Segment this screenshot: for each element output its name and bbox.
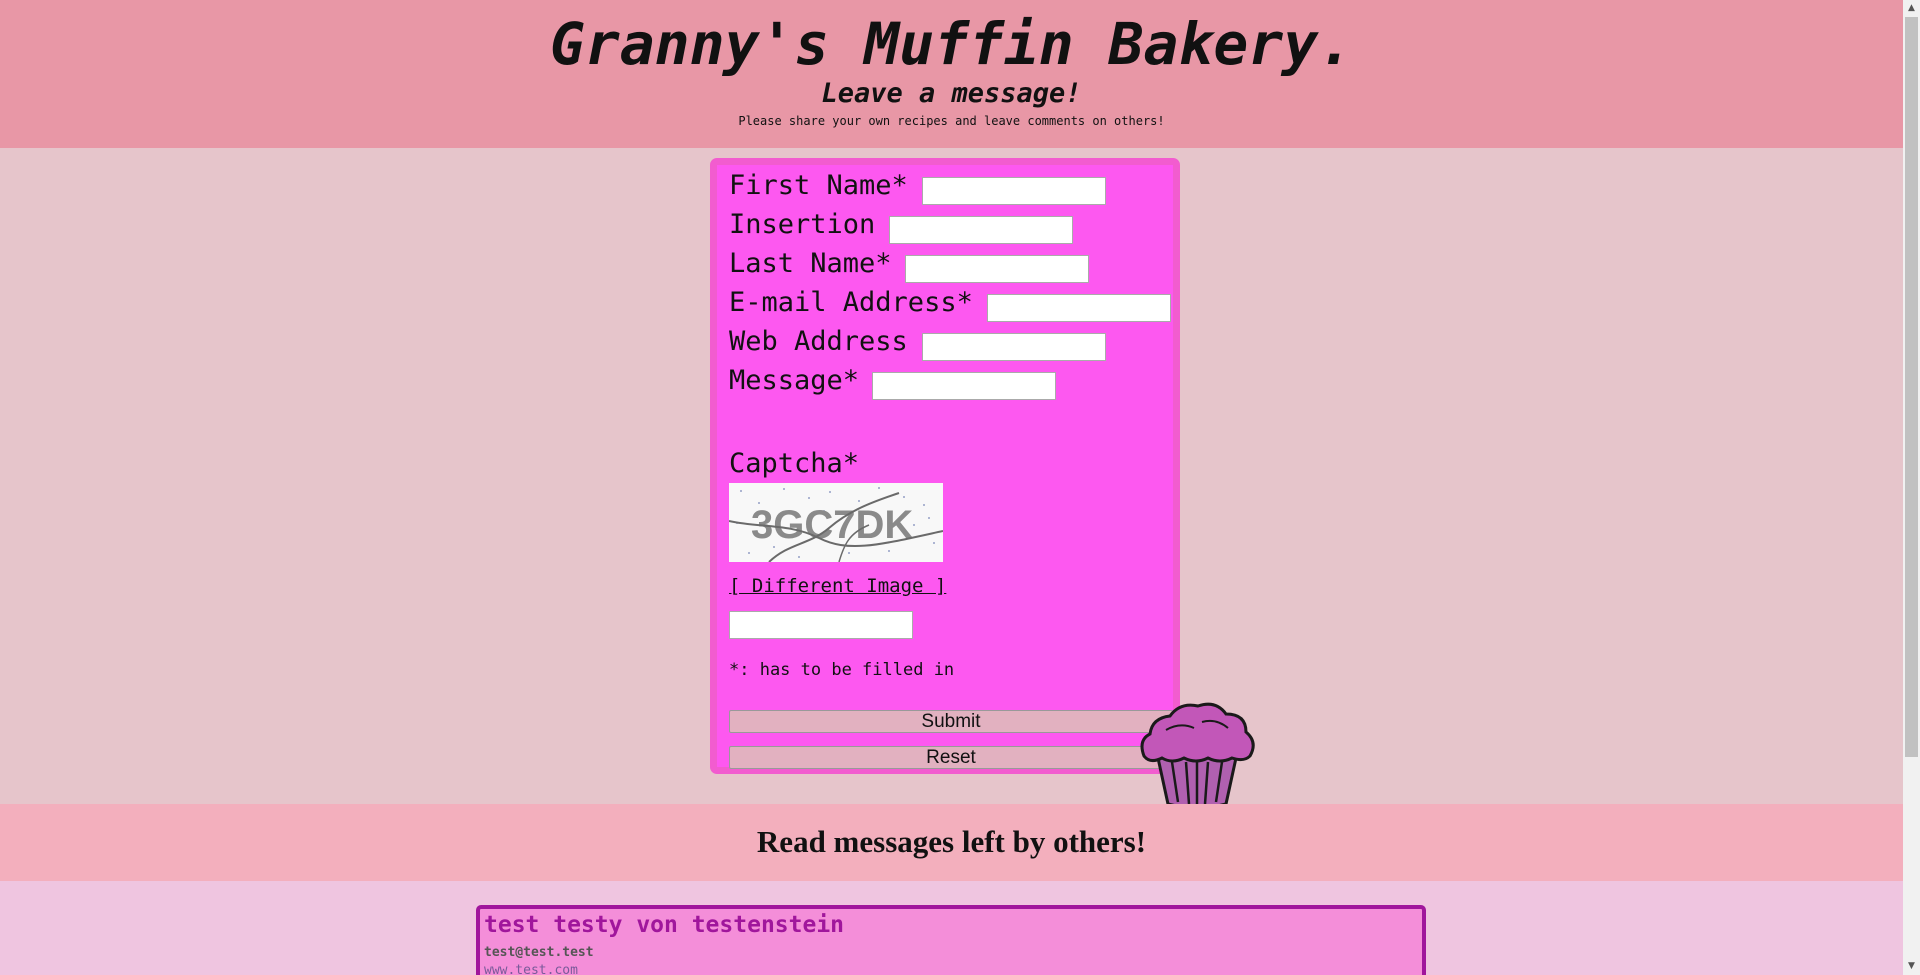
- captcha-graphic: 3GC7DK: [729, 483, 943, 562]
- email-input[interactable]: [987, 294, 1171, 322]
- first-name-label: First Name*: [729, 170, 908, 201]
- different-image-link[interactable]: [ Different Image ]: [729, 575, 946, 597]
- first-name-row: First Name*: [729, 170, 908, 201]
- insertion-input[interactable]: [889, 216, 1073, 244]
- captcha-image: 3GC7DK: [729, 483, 943, 562]
- reset-button[interactable]: Reset: [729, 746, 1173, 769]
- web-address-label: Web Address: [729, 326, 908, 357]
- message-email: test@test.test: [484, 945, 594, 960]
- web-address-row: Web Address: [729, 326, 908, 357]
- guestbook-form: First Name* Insertion Last Name* E-mail …: [710, 158, 1180, 774]
- first-name-input[interactable]: [922, 177, 1106, 205]
- email-row: E-mail Address*: [729, 287, 973, 318]
- site-header: Granny's Muffin Bakery. Leave a message!…: [0, 0, 1903, 148]
- site-title: Granny's Muffin Bakery.: [549, 10, 1354, 78]
- messages-list: test testy von testenstein test@test.tes…: [0, 881, 1903, 975]
- insertion-row: Insertion: [729, 209, 875, 240]
- scrollbar-thumb[interactable]: [1905, 17, 1918, 757]
- email-label: E-mail Address*: [729, 287, 973, 318]
- muffin-icon: [1140, 702, 1255, 810]
- submit-button[interactable]: Submit: [729, 710, 1173, 733]
- messages-header: Read messages left by others!: [0, 804, 1903, 881]
- message-input[interactable]: [872, 372, 1056, 400]
- page-subtitle: Leave a message!: [821, 78, 1082, 109]
- message-row: Message*: [729, 365, 859, 396]
- messages-title: Read messages left by others!: [756, 824, 1147, 859]
- message-card: test testy von testenstein test@test.tes…: [476, 905, 1426, 975]
- required-note: *: has to be filled in: [729, 660, 955, 680]
- page: Granny's Muffin Bakery. Leave a message!…: [0, 0, 1903, 975]
- message-author: test testy von testenstein: [484, 912, 845, 938]
- page-tagline: Please share your own recipes and leave …: [738, 114, 1165, 128]
- vertical-scrollbar[interactable]: ▲ ▼: [1903, 0, 1920, 975]
- insertion-label: Insertion: [729, 209, 876, 240]
- web-address-input[interactable]: [922, 333, 1106, 361]
- last-name-label: Last Name*: [729, 248, 892, 279]
- last-name-row: Last Name*: [729, 248, 892, 279]
- captcha-input[interactable]: [729, 611, 913, 639]
- last-name-input[interactable]: [905, 255, 1089, 283]
- captcha-label: Captcha*: [729, 448, 860, 479]
- scroll-up-arrow-icon[interactable]: ▲: [1903, 0, 1920, 17]
- message-website-link[interactable]: www.test.com: [484, 963, 578, 975]
- scroll-down-arrow-icon[interactable]: ▼: [1903, 958, 1920, 975]
- message-label: Message*: [729, 365, 860, 396]
